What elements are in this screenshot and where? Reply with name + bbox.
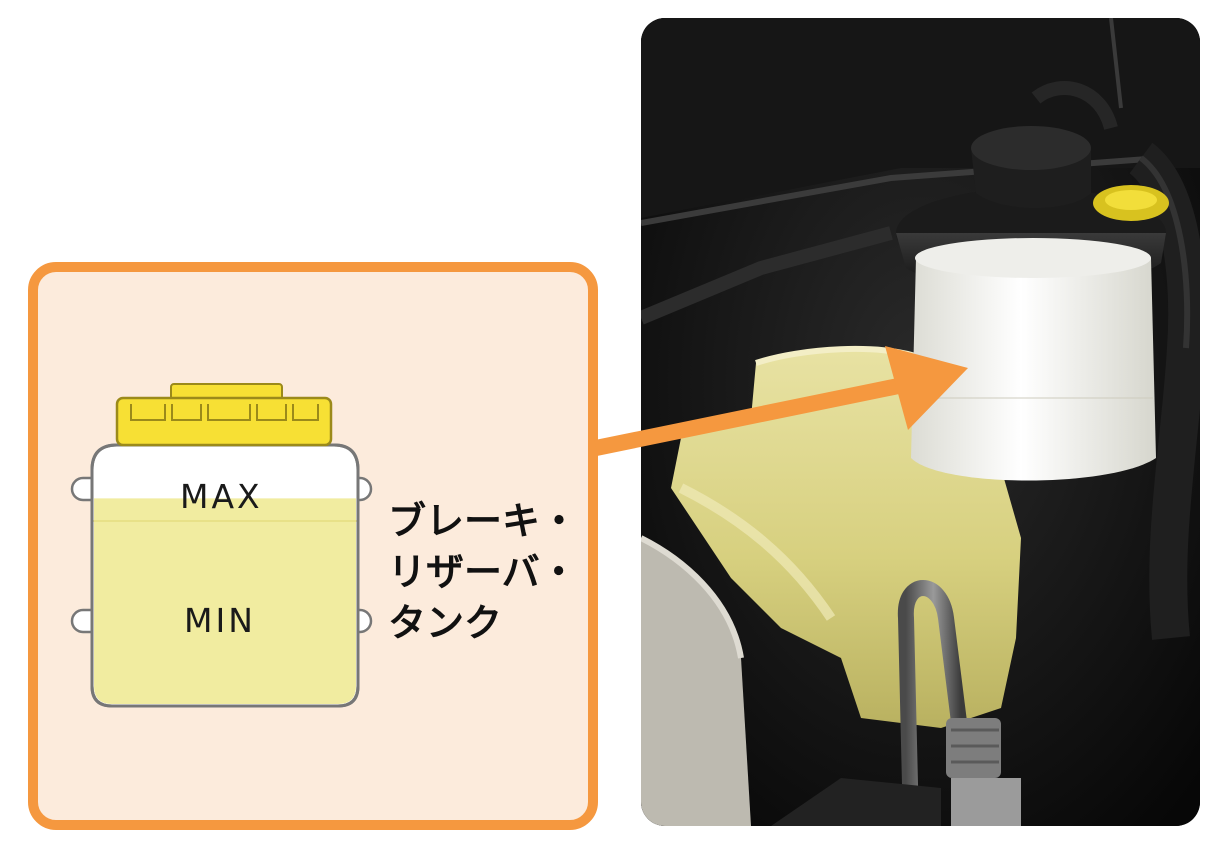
- brake-reservoir-diagram: MAX MIN ブレーキ・ リザーバ・ タンク: [0, 0, 1222, 846]
- callout-arrow-icon: [594, 346, 968, 456]
- reservoir-tank-icon: [70, 383, 373, 708]
- part-label-line-2: リザーバ・: [388, 550, 578, 594]
- diagram-graphics: [70, 346, 968, 708]
- min-mark-label: MIN: [184, 601, 256, 640]
- part-label-line-3: タンク: [388, 601, 503, 645]
- tank-cap-icon: [115, 383, 333, 447]
- part-label-line-1: ブレーキ・: [388, 499, 579, 543]
- max-mark-label: MAX: [180, 477, 263, 516]
